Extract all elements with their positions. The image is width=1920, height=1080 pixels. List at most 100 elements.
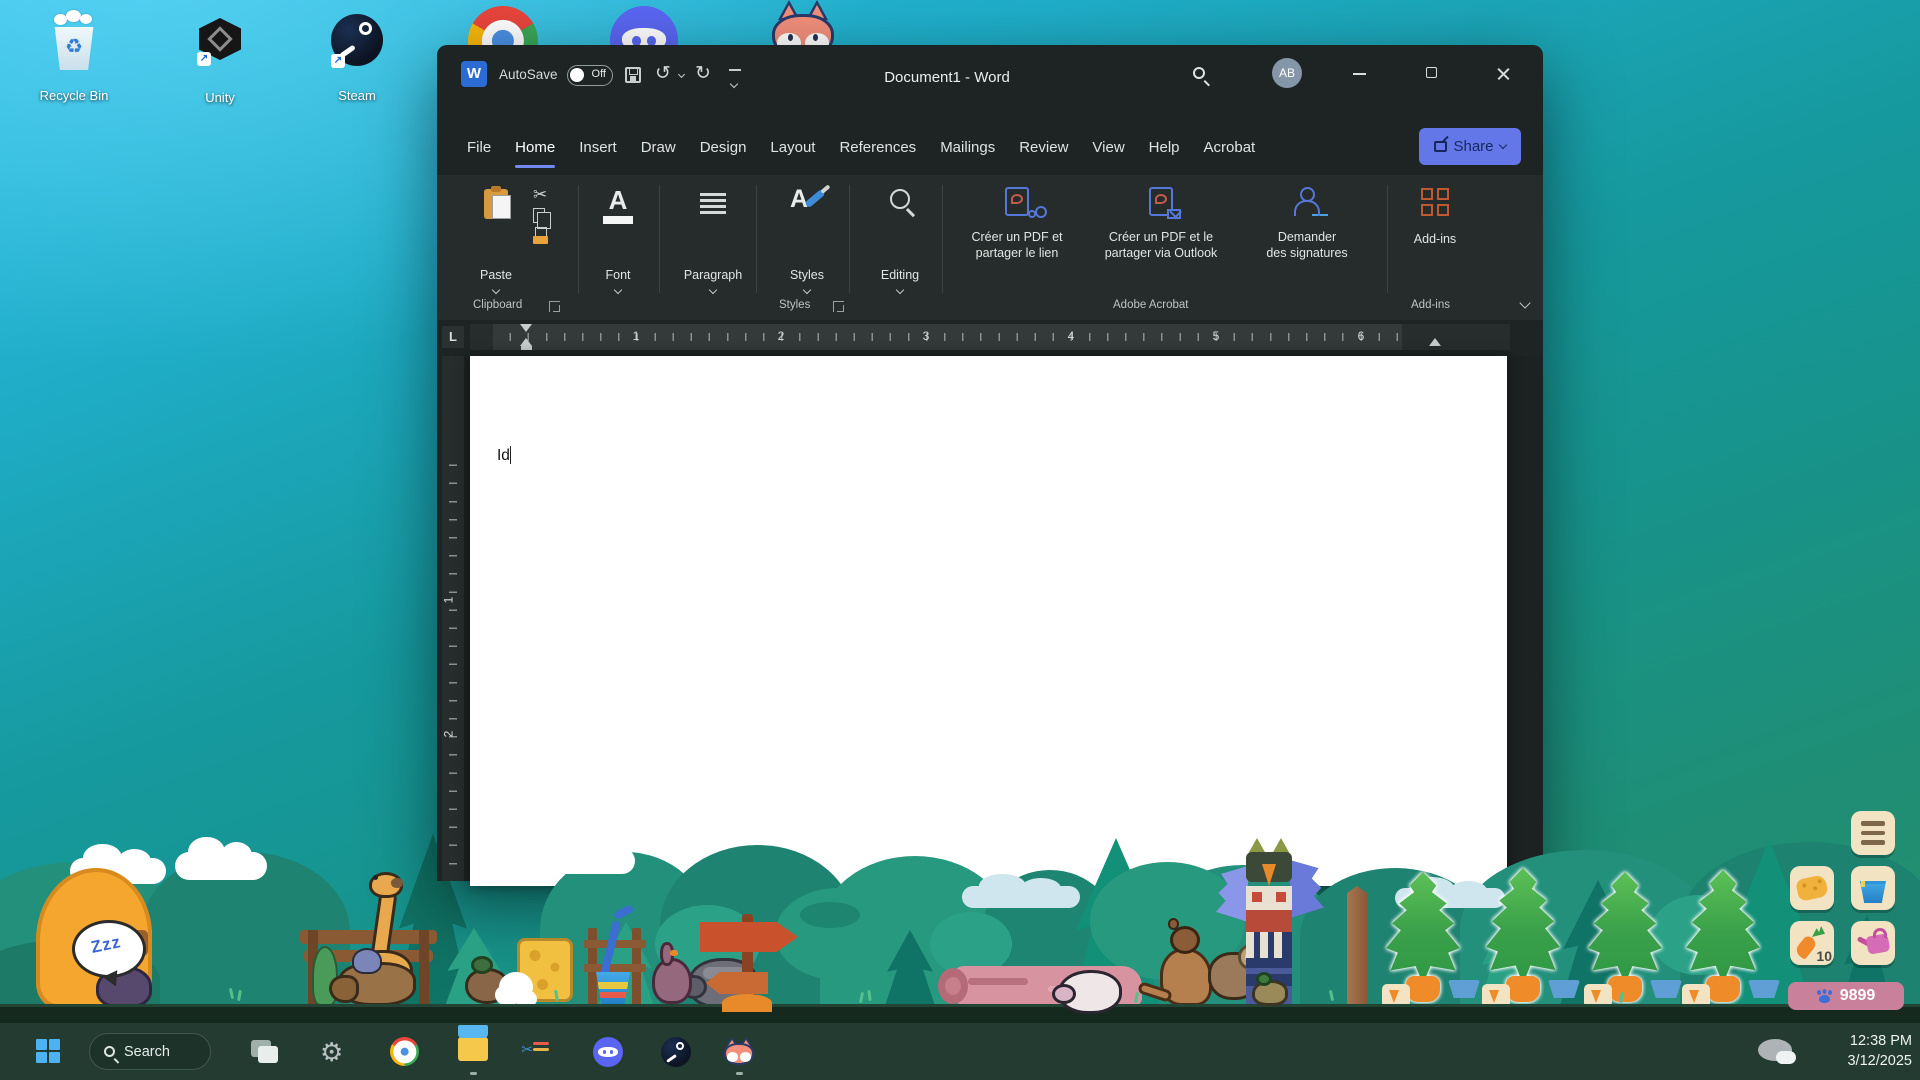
account-avatar[interactable]: AB bbox=[1272, 58, 1302, 88]
tab-review[interactable]: Review bbox=[1007, 135, 1080, 160]
search-label: Search bbox=[124, 1044, 170, 1060]
add-ins-icon bbox=[1421, 188, 1449, 216]
desktop-icon-steam[interactable]: ↗ Steam bbox=[331, 12, 383, 104]
collapse-ribbon-icon[interactable] bbox=[1519, 297, 1530, 308]
tab-acrobat[interactable]: Acrobat bbox=[1192, 135, 1268, 160]
taskbar-snipping-tool[interactable] bbox=[526, 1037, 556, 1067]
shortcut-arrow-icon: ↗ bbox=[197, 52, 211, 66]
ruler-number: 3 bbox=[923, 329, 930, 343]
paste-icon bbox=[484, 189, 508, 219]
v-ruler[interactable]: 12 bbox=[442, 356, 464, 881]
h-ruler[interactable]: 123456 bbox=[470, 324, 1510, 350]
tab-references[interactable]: References bbox=[827, 135, 928, 160]
document-page[interactable]: Id bbox=[470, 356, 1507, 886]
tab-draw[interactable]: Draw bbox=[629, 135, 688, 160]
scene-ground bbox=[0, 1004, 1920, 1023]
ribbon-tab-row: FileHomeInsertDrawDesignLayoutReferences… bbox=[437, 120, 1543, 175]
ruler-row: L 123456 bbox=[437, 322, 1543, 356]
clock[interactable]: 12:38 PM 3/12/2025 bbox=[1847, 1031, 1912, 1071]
font-icon: A bbox=[609, 187, 628, 213]
ruler-number: 1 bbox=[441, 597, 455, 604]
sleep-bubble: Zzz bbox=[72, 920, 146, 978]
watering-can-icon bbox=[1857, 931, 1889, 955]
clipboard-dialog-launcher[interactable] bbox=[549, 301, 560, 312]
tray-time: 12:38 PM bbox=[1847, 1031, 1912, 1051]
hanging-indent-marker[interactable] bbox=[520, 338, 532, 346]
paragraph-button[interactable]: Paragraph bbox=[671, 181, 755, 293]
format-painter-button[interactable] bbox=[533, 227, 549, 245]
shortcut-arrow-icon: ↗ bbox=[331, 54, 345, 68]
tab-help[interactable]: Help bbox=[1137, 135, 1192, 160]
tab-mailings[interactable]: Mailings bbox=[928, 135, 1007, 160]
cloud bbox=[962, 886, 1080, 908]
font-button[interactable]: A Font bbox=[587, 181, 649, 293]
maximize-button[interactable] bbox=[1410, 57, 1454, 91]
word-window: W AutoSave Off ↺ ↻ Document1 - Word AB F… bbox=[437, 45, 1543, 881]
create-pdf-outlook-button[interactable]: Créer un PDF et le partager via Outlook bbox=[1085, 181, 1237, 293]
copy-button[interactable] bbox=[533, 208, 545, 223]
taskbar-steam[interactable] bbox=[661, 1037, 691, 1067]
tab-home[interactable]: Home bbox=[503, 135, 567, 160]
ruler-number: 1 bbox=[633, 329, 640, 343]
taskbar-file-explorer[interactable] bbox=[458, 1037, 488, 1067]
cloud bbox=[535, 848, 635, 874]
unity-label: Unity bbox=[155, 90, 285, 105]
minimize-button[interactable] bbox=[1338, 57, 1382, 91]
game-watering-can-button[interactable] bbox=[1851, 921, 1895, 965]
styles-dialog-launcher[interactable] bbox=[833, 301, 844, 312]
game-sponge-button[interactable] bbox=[1790, 866, 1834, 910]
paste-button[interactable]: Paste bbox=[467, 181, 525, 293]
pigeon bbox=[352, 948, 382, 974]
ruler-number: 6 bbox=[1358, 329, 1365, 343]
ribbon-tabs: FileHomeInsertDrawDesignLayoutReferences… bbox=[455, 120, 1267, 175]
ruler-number: 2 bbox=[441, 731, 455, 738]
request-signatures-button[interactable]: Demander des signatures bbox=[1241, 181, 1373, 293]
game-menu-button[interactable] bbox=[1851, 811, 1895, 855]
desktop: ♻ Recycle Bin ↗ Unity ↗ Steam W AutoSave… bbox=[0, 0, 1920, 1080]
ruler-number: 5 bbox=[1213, 329, 1220, 343]
paw-icon bbox=[1817, 990, 1832, 1003]
weather-icon[interactable] bbox=[1758, 1039, 1792, 1061]
first-line-indent-marker[interactable] bbox=[520, 324, 532, 332]
taskbar-fox-app[interactable] bbox=[724, 1039, 754, 1069]
start-button[interactable] bbox=[36, 1039, 60, 1063]
taskbar-search[interactable]: Search bbox=[89, 1033, 211, 1070]
desktop-icon-recycle-bin[interactable]: ♻ Recycle Bin bbox=[50, 12, 98, 104]
tab-layout[interactable]: Layout bbox=[758, 135, 827, 160]
desktop-icon-unity[interactable]: ↗ Unity bbox=[196, 14, 244, 106]
game-carrot-button[interactable]: 10 bbox=[1790, 921, 1834, 965]
add-ins-button[interactable]: Add-ins bbox=[1395, 181, 1475, 293]
tab-view[interactable]: View bbox=[1080, 135, 1136, 160]
tab-insert[interactable]: Insert bbox=[567, 135, 629, 160]
editing-button[interactable]: Editing bbox=[861, 181, 939, 293]
taskbar-task-view[interactable] bbox=[250, 1037, 280, 1067]
game-bucket-button[interactable] bbox=[1851, 866, 1895, 910]
carrot-icon: 10 bbox=[1795, 926, 1829, 960]
right-indent-marker[interactable] bbox=[1429, 338, 1441, 346]
taskbar-chrome[interactable] bbox=[390, 1037, 420, 1067]
recycle-bin-label: Recycle Bin bbox=[9, 88, 139, 103]
sheep bbox=[1052, 970, 1122, 1018]
share-button[interactable]: Share bbox=[1419, 128, 1521, 165]
tab-file[interactable]: File bbox=[455, 135, 503, 160]
blue-bucket-prop bbox=[596, 972, 630, 1004]
tab-design[interactable]: Design bbox=[688, 135, 759, 160]
text-cursor bbox=[510, 446, 512, 464]
currency-value: 9899 bbox=[1840, 987, 1876, 1005]
search-icon[interactable] bbox=[1193, 67, 1205, 79]
signpost bbox=[698, 914, 808, 1010]
tab-selector[interactable]: L bbox=[442, 326, 464, 348]
close-button[interactable] bbox=[1481, 57, 1525, 91]
ribbon: Paste ✂ A Font Paragraph A Styles bbox=[437, 175, 1543, 320]
ruler-number: 2 bbox=[778, 329, 785, 343]
styles-button[interactable]: A Styles bbox=[766, 181, 848, 293]
cut-button[interactable]: ✂ bbox=[533, 185, 573, 205]
styles-icon: A bbox=[790, 185, 824, 219]
recycle-bin-icon: ♻ bbox=[52, 20, 96, 70]
search-icon bbox=[104, 1046, 115, 1057]
editing-icon bbox=[890, 189, 910, 209]
create-pdf-share-link-button[interactable]: Créer un PDF et partager le lien bbox=[953, 181, 1081, 293]
taskbar-discord[interactable] bbox=[593, 1037, 623, 1067]
taskbar-settings[interactable]: ⚙ bbox=[320, 1037, 350, 1067]
cloud bbox=[175, 852, 267, 880]
